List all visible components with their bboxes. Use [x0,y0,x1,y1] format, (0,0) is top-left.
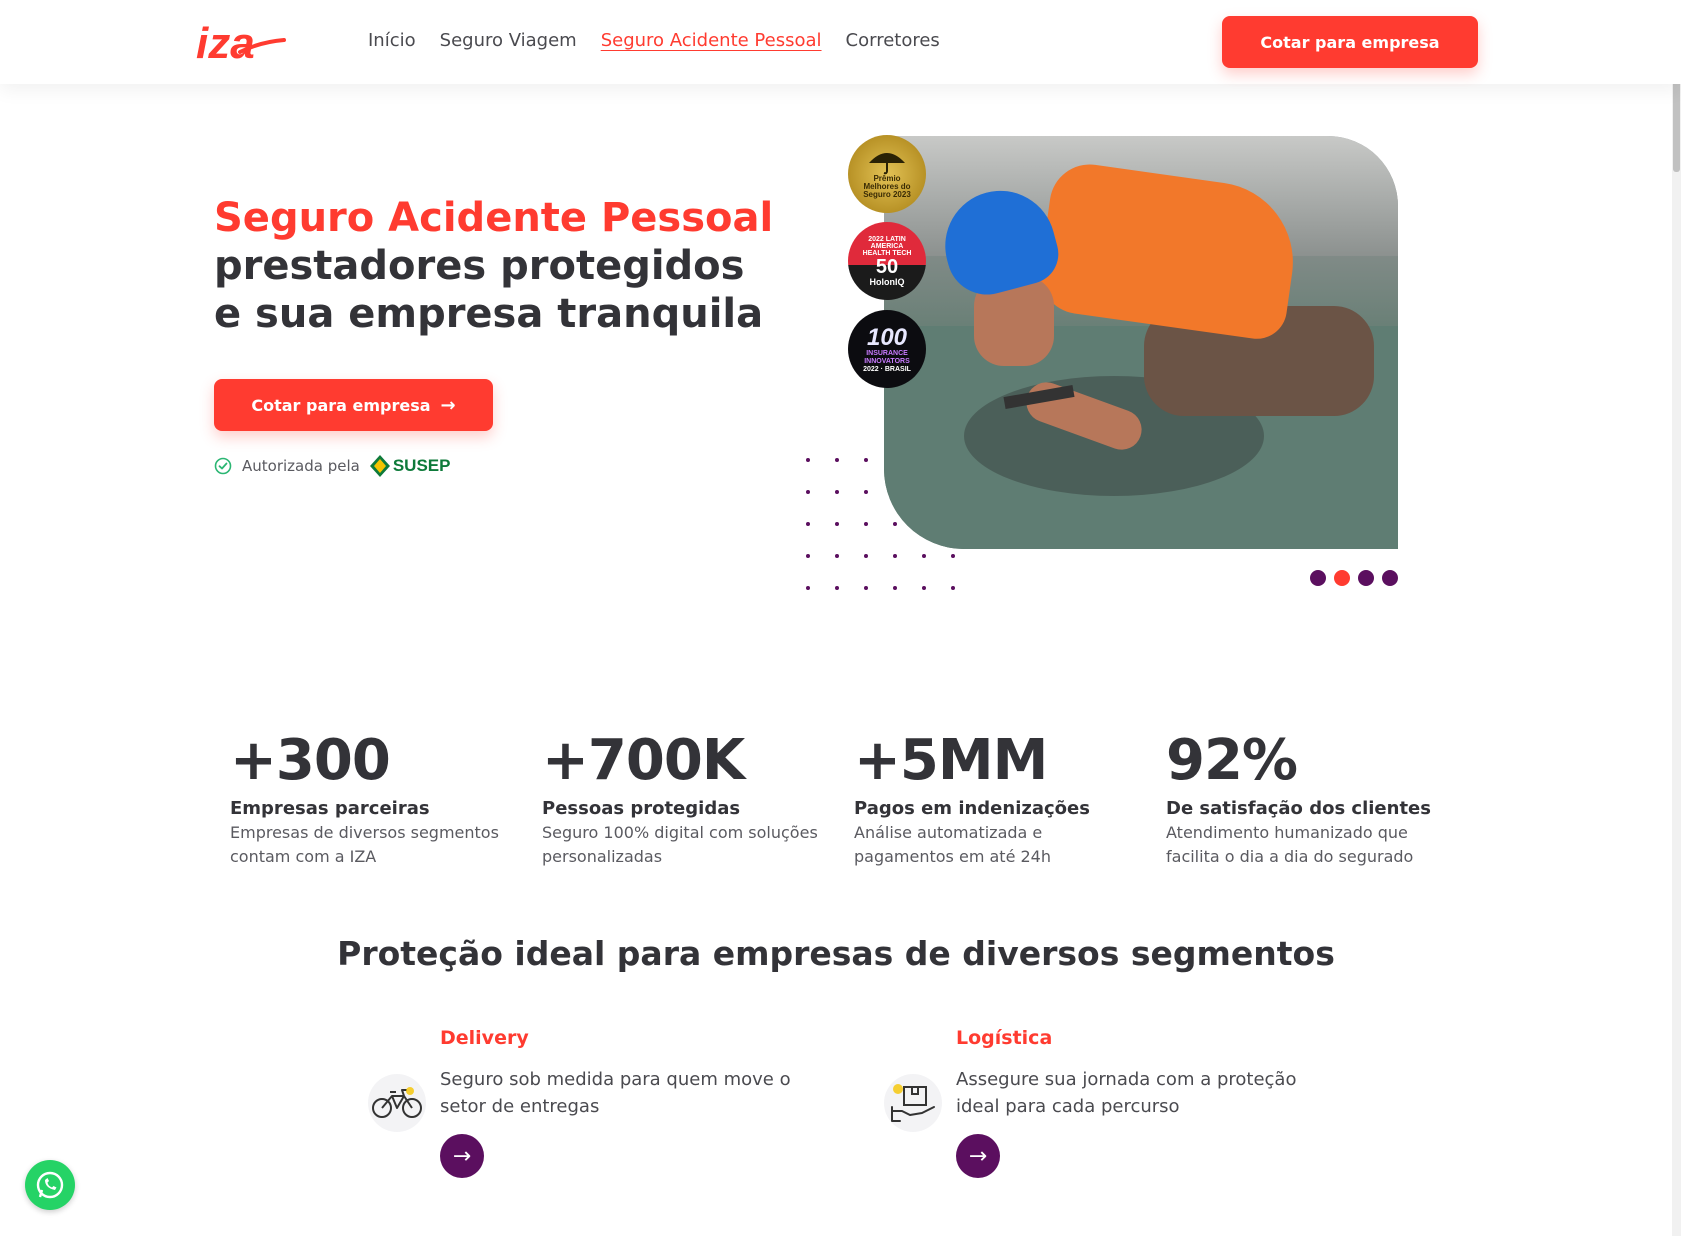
decorative-dot [806,490,810,494]
whatsapp-button[interactable] [25,1160,75,1210]
award-red-big: 50 [875,255,899,278]
award-badge-melhores-do-seguro: Prêmio Melhores do Seguro 2023 [848,135,926,213]
hero-quote-button-label: Cotar para empresa [251,395,431,415]
authorization-text: Autorizada pela [242,457,360,475]
stat-number: +5MM [854,728,1048,793]
nav-corretores[interactable]: Corretores [846,30,940,51]
decorative-dot [893,554,897,558]
decorative-dot [806,586,810,590]
stat-label: Pessoas protegidas [542,798,741,819]
segment-card-logistica: Logística Assegure sua jornada com a pro… [884,1024,1304,1194]
stat-item: 92% De satisfação dos clientes Atendimen… [1166,728,1456,869]
decorative-dot [951,586,955,590]
susep-text: SUSEP [392,456,451,475]
decorative-dot [864,586,868,590]
whatsapp-icon [36,1171,64,1199]
segment-icon-wrap [368,1074,426,1132]
arrow-right-icon: → [440,394,456,416]
stat-description: Seguro 100% digital com soluções persona… [542,823,818,866]
decorative-dot [835,490,839,494]
decorative-dot [806,522,810,526]
award-dark-mid: INSURANCE INNOVATORS [864,349,910,365]
decorative-dot [806,554,810,558]
nav-seguro-acidente-pessoal[interactable]: Seguro Acidente Pessoal [601,30,822,51]
segments-title: Proteção ideal para empresas de diversos… [337,934,1335,973]
scrollbar-track[interactable] [1672,0,1681,1236]
segment-name: Logística [956,1027,1053,1049]
award-dark-big: 100 [866,323,908,351]
decorative-dot [835,522,839,526]
stat-label: De satisfação dos clientes [1166,798,1431,819]
hero-title: Seguro Acidente Pessoal prestadores prot… [214,194,774,338]
stats-section: +300 Empresas parceiras Empresas de dive… [230,728,1470,878]
susep-mark-icon [369,455,390,477]
segment-card-delivery: Delivery Seguro sob medida para quem mov… [368,1024,791,1194]
award-dark-bottom: 2022 · BRASIL [863,365,911,373]
stat-description: Análise automatizada e pagamentos em até… [854,823,1051,866]
main-nav: Início Seguro Viagem Seguro Acidente Pes… [368,30,940,51]
stat-number: 92% [1166,728,1298,793]
decorative-dot [864,522,868,526]
carousel-pagination [1310,570,1398,586]
site-header: iza Início Seguro Viagem Seguro Acidente… [0,0,1681,84]
susep-logo: SUSEP [369,455,451,477]
authorization-note: Autorizada pela SUSEP [214,455,450,477]
decorative-dot [835,458,839,462]
arrow-right-icon: → [452,1143,472,1169]
decorative-dot [864,458,868,462]
stat-label: Empresas parceiras [230,798,430,819]
award-red-top: 2022 LATIN AMERICA HEALTH TECH [862,235,912,257]
check-circle-icon [214,457,232,475]
nav-seguro-viagem[interactable]: Seguro Viagem [440,30,577,51]
segment-delivery-arrow-button[interactable]: → [440,1134,484,1178]
bicycle-icon [372,1087,422,1118]
stat-item: +300 Empresas parceiras Empresas de dive… [230,728,520,869]
award-red-bottom: HolonIQ [869,276,905,287]
hero-title-rest: prestadores protegidos e sua empresa tra… [214,243,764,337]
carousel-dot[interactable] [1382,570,1398,586]
logo-text: iza [196,19,255,68]
segment-text: Assegure sua jornada com a proteção idea… [956,1069,1297,1117]
decorative-dot [835,554,839,558]
segment-name: Delivery [440,1027,529,1049]
header-quote-button[interactable]: Cotar para empresa [1222,16,1478,68]
nav-inicio[interactable]: Início [368,30,416,51]
stat-description: Atendimento humanizado que facilita o di… [1166,823,1414,866]
award-badge-insurance-innovators: 100 INSURANCE INNOVATORS 2022 · BRASIL [848,310,926,388]
umbrella-icon [869,153,905,175]
decorative-dot [864,554,868,558]
hero-title-accent: Seguro Acidente Pessoal [214,195,774,241]
package-hand-icon [891,1084,935,1122]
decorative-dot [922,554,926,558]
stat-number: +700K [542,728,745,793]
award-badge-holoniq: 2022 LATIN AMERICA HEALTH TECH 50 HolonI… [848,222,926,300]
carousel-dot[interactable] [1310,570,1326,586]
iza-logo[interactable]: iza [196,18,286,68]
decorative-dot [951,554,955,558]
decorative-dot [893,522,897,526]
hero-quote-button[interactable]: Cotar para empresa → [214,379,493,431]
decorative-dot [922,586,926,590]
decorative-dot [835,586,839,590]
arrow-right-icon: → [968,1143,988,1169]
award-gold-text: Prêmio Melhores do Seguro 2023 [863,174,911,199]
carousel-dot[interactable] [1334,570,1350,586]
segment-icon-wrap [884,1074,942,1132]
decorative-dot [864,490,868,494]
stat-number: +300 [230,728,391,793]
carousel-dot[interactable] [1358,570,1374,586]
segment-text: Seguro sob medida para quem move o setor… [440,1069,791,1117]
iza-logo-mark: iza [196,19,286,68]
stat-description: Empresas de diversos segmentos contam co… [230,823,499,866]
stat-item: +5MM Pagos em indenizações Análise autom… [854,728,1144,869]
stat-item: +700K Pessoas protegidas Seguro 100% dig… [542,728,832,869]
hero-worker-image [884,136,1398,549]
stat-label: Pagos em indenizações [854,798,1090,819]
decorative-dot [806,458,810,462]
segment-logistica-arrow-button[interactable]: → [956,1134,1000,1178]
decorative-dot [893,586,897,590]
